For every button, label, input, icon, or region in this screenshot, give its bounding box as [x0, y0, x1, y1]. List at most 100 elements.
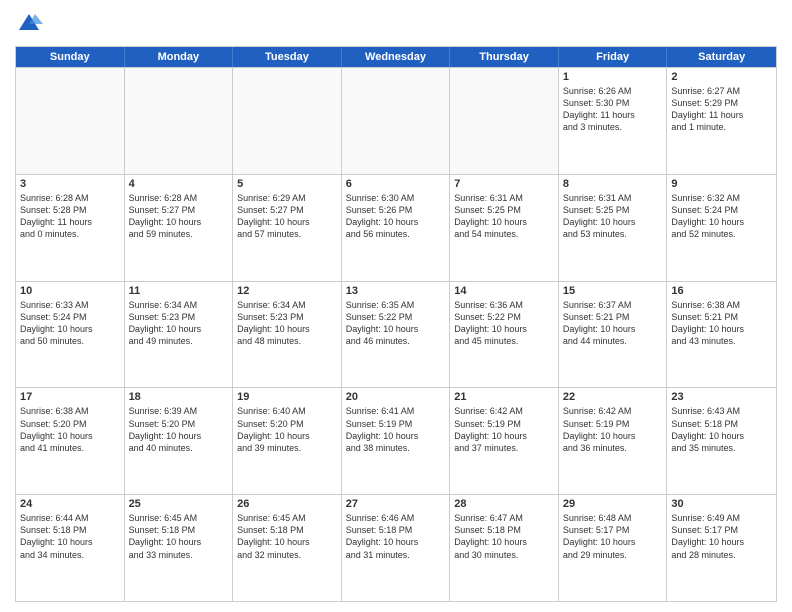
cell-text: Sunrise: 6:43 AM Sunset: 5:18 PM Dayligh… [671, 405, 772, 454]
day-cell-22: 22 Sunrise: 6:42 AM Sunset: 5:19 PM Dayli… [559, 388, 668, 494]
header-day-thursday: Thursday [450, 47, 559, 67]
cell-text: Sunrise: 6:28 AM Sunset: 5:28 PM Dayligh… [20, 192, 120, 241]
day-cell-6: 6 Sunrise: 6:30 AM Sunset: 5:26 PM Daylig… [342, 175, 451, 281]
day-number: 13 [346, 285, 446, 297]
day-cell-4: 4Sunrise: 6:28 AM Sunset: 5:27 PM Daylig… [125, 175, 234, 281]
cell-text: Sunrise: 6:39 AM Sunset: 5:20 PM Dayligh… [129, 405, 229, 454]
logo [15, 10, 47, 38]
day-cell-11: 11 Sunrise: 6:34 AM Sunset: 5:23 PM Dayli… [125, 282, 234, 388]
cell-text: Sunrise: 6:36 AM Sunset: 5:22 PM Dayligh… [454, 299, 554, 348]
day-cell-16: 16 Sunrise: 6:38 AM Sunset: 5:21 PM Dayli… [667, 282, 776, 388]
day-cell-8: 8 Sunrise: 6:31 AM Sunset: 5:25 PM Daylig… [559, 175, 668, 281]
header [15, 10, 777, 38]
day-cell-17: 17 Sunrise: 6:38 AM Sunset: 5:20 PM Dayli… [16, 388, 125, 494]
header-day-monday: Monday [125, 47, 234, 67]
cell-text: Sunrise: 6:30 AM Sunset: 5:26 PM Dayligh… [346, 192, 446, 241]
cell-text: Sunrise: 6:33 AM Sunset: 5:24 PM Dayligh… [20, 299, 120, 348]
day-number: 23 [671, 391, 772, 403]
day-number: 10 [20, 285, 120, 297]
day-cell-10: 10 Sunrise: 6:33 AM Sunset: 5:24 PM Dayli… [16, 282, 125, 388]
page: SundayMondayTuesdayWednesdayThursdayFrid… [0, 0, 792, 612]
day-cell-1: 1 Sunrise: 6:26 AM Sunset: 5:30 PM Daylig… [559, 68, 668, 174]
day-number: 16 [671, 285, 772, 297]
cell-text: Sunrise: 6:31 AM Sunset: 5:25 PM Dayligh… [454, 192, 554, 241]
cell-text: Sunrise: 6:37 AM Sunset: 5:21 PM Dayligh… [563, 299, 663, 348]
day-number: 15 [563, 285, 663, 297]
day-number: 28 [454, 498, 554, 510]
empty-cell [125, 68, 234, 174]
day-cell-23: 23 Sunrise: 6:43 AM Sunset: 5:18 PM Dayli… [667, 388, 776, 494]
day-number: 25 [129, 498, 229, 510]
day-cell-13: 13 Sunrise: 6:35 AM Sunset: 5:22 PM Dayli… [342, 282, 451, 388]
day-cell-20: 20 Sunrise: 6:41 AM Sunset: 5:19 PM Dayli… [342, 388, 451, 494]
day-cell-15: 15 Sunrise: 6:37 AM Sunset: 5:21 PM Dayli… [559, 282, 668, 388]
day-cell-27: 27 Sunrise: 6:46 AM Sunset: 5:18 PM Dayli… [342, 495, 451, 601]
header-day-sunday: Sunday [16, 47, 125, 67]
header-day-friday: Friday [559, 47, 668, 67]
day-number: 27 [346, 498, 446, 510]
cell-text: Sunrise: 6:29 AM Sunset: 5:27 PM Dayligh… [237, 192, 337, 241]
calendar-header: SundayMondayTuesdayWednesdayThursdayFrid… [16, 47, 776, 67]
calendar: SundayMondayTuesdayWednesdayThursdayFrid… [15, 46, 777, 602]
cell-text: Sunrise: 6:31 AM Sunset: 5:25 PM Dayligh… [563, 192, 663, 241]
day-number: 6 [346, 178, 446, 190]
day-number: 30 [671, 498, 772, 510]
cell-text: Sunrise: 6:26 AM Sunset: 5:30 PM Dayligh… [563, 85, 663, 134]
logo-icon [15, 10, 43, 38]
day-cell-28: 28Sunrise: 6:47 AM Sunset: 5:18 PM Dayli… [450, 495, 559, 601]
day-number: 20 [346, 391, 446, 403]
calendar-row-1: 3 Sunrise: 6:28 AM Sunset: 5:28 PM Daylig… [16, 174, 776, 281]
day-cell-30: 30 Sunrise: 6:49 AM Sunset: 5:17 PM Dayli… [667, 495, 776, 601]
day-cell-18: 18 Sunrise: 6:39 AM Sunset: 5:20 PM Dayli… [125, 388, 234, 494]
cell-text: Sunrise: 6:27 AM Sunset: 5:29 PM Dayligh… [671, 85, 772, 134]
day-number: 22 [563, 391, 663, 403]
day-number: 19 [237, 391, 337, 403]
cell-text: Sunrise: 6:45 AM Sunset: 5:18 PM Dayligh… [237, 512, 337, 561]
header-day-wednesday: Wednesday [342, 47, 451, 67]
day-number: 18 [129, 391, 229, 403]
cell-text: Sunrise: 6:46 AM Sunset: 5:18 PM Dayligh… [346, 512, 446, 561]
day-number: 1 [563, 71, 663, 83]
cell-text: Sunrise: 6:38 AM Sunset: 5:21 PM Dayligh… [671, 299, 772, 348]
calendar-row-0: 1 Sunrise: 6:26 AM Sunset: 5:30 PM Daylig… [16, 67, 776, 174]
day-cell-29: 29 Sunrise: 6:48 AM Sunset: 5:17 PM Dayli… [559, 495, 668, 601]
day-number: 17 [20, 391, 120, 403]
day-cell-2: 2 Sunrise: 6:27 AM Sunset: 5:29 PM Daylig… [667, 68, 776, 174]
day-cell-14: 14 Sunrise: 6:36 AM Sunset: 5:22 PM Dayli… [450, 282, 559, 388]
header-day-tuesday: Tuesday [233, 47, 342, 67]
day-cell-7: 7Sunrise: 6:31 AM Sunset: 5:25 PM Daylig… [450, 175, 559, 281]
day-cell-5: 5 Sunrise: 6:29 AM Sunset: 5:27 PM Daylig… [233, 175, 342, 281]
day-cell-26: 26Sunrise: 6:45 AM Sunset: 5:18 PM Dayli… [233, 495, 342, 601]
header-day-saturday: Saturday [667, 47, 776, 67]
cell-text: Sunrise: 6:41 AM Sunset: 5:19 PM Dayligh… [346, 405, 446, 454]
empty-cell [342, 68, 451, 174]
day-cell-21: 21Sunrise: 6:42 AM Sunset: 5:19 PM Dayli… [450, 388, 559, 494]
day-number: 5 [237, 178, 337, 190]
cell-text: Sunrise: 6:45 AM Sunset: 5:18 PM Dayligh… [129, 512, 229, 561]
cell-text: Sunrise: 6:42 AM Sunset: 5:19 PM Dayligh… [454, 405, 554, 454]
cell-text: Sunrise: 6:42 AM Sunset: 5:19 PM Dayligh… [563, 405, 663, 454]
day-number: 14 [454, 285, 554, 297]
cell-text: Sunrise: 6:38 AM Sunset: 5:20 PM Dayligh… [20, 405, 120, 454]
cell-text: Sunrise: 6:48 AM Sunset: 5:17 PM Dayligh… [563, 512, 663, 561]
day-number: 11 [129, 285, 229, 297]
cell-text: Sunrise: 6:40 AM Sunset: 5:20 PM Dayligh… [237, 405, 337, 454]
day-number: 3 [20, 178, 120, 190]
day-number: 29 [563, 498, 663, 510]
day-cell-12: 12 Sunrise: 6:34 AM Sunset: 5:23 PM Dayli… [233, 282, 342, 388]
day-number: 24 [20, 498, 120, 510]
day-number: 8 [563, 178, 663, 190]
day-number: 2 [671, 71, 772, 83]
day-cell-24: 24Sunrise: 6:44 AM Sunset: 5:18 PM Dayli… [16, 495, 125, 601]
calendar-row-2: 10 Sunrise: 6:33 AM Sunset: 5:24 PM Dayli… [16, 281, 776, 388]
cell-text: Sunrise: 6:34 AM Sunset: 5:23 PM Dayligh… [129, 299, 229, 348]
day-number: 12 [237, 285, 337, 297]
day-cell-9: 9Sunrise: 6:32 AM Sunset: 5:24 PM Daylig… [667, 175, 776, 281]
cell-text: Sunrise: 6:49 AM Sunset: 5:17 PM Dayligh… [671, 512, 772, 561]
cell-text: Sunrise: 6:35 AM Sunset: 5:22 PM Dayligh… [346, 299, 446, 348]
day-number: 9 [671, 178, 772, 190]
cell-text: Sunrise: 6:34 AM Sunset: 5:23 PM Dayligh… [237, 299, 337, 348]
empty-cell [450, 68, 559, 174]
cell-text: Sunrise: 6:28 AM Sunset: 5:27 PM Dayligh… [129, 192, 229, 241]
day-cell-25: 25 Sunrise: 6:45 AM Sunset: 5:18 PM Dayli… [125, 495, 234, 601]
